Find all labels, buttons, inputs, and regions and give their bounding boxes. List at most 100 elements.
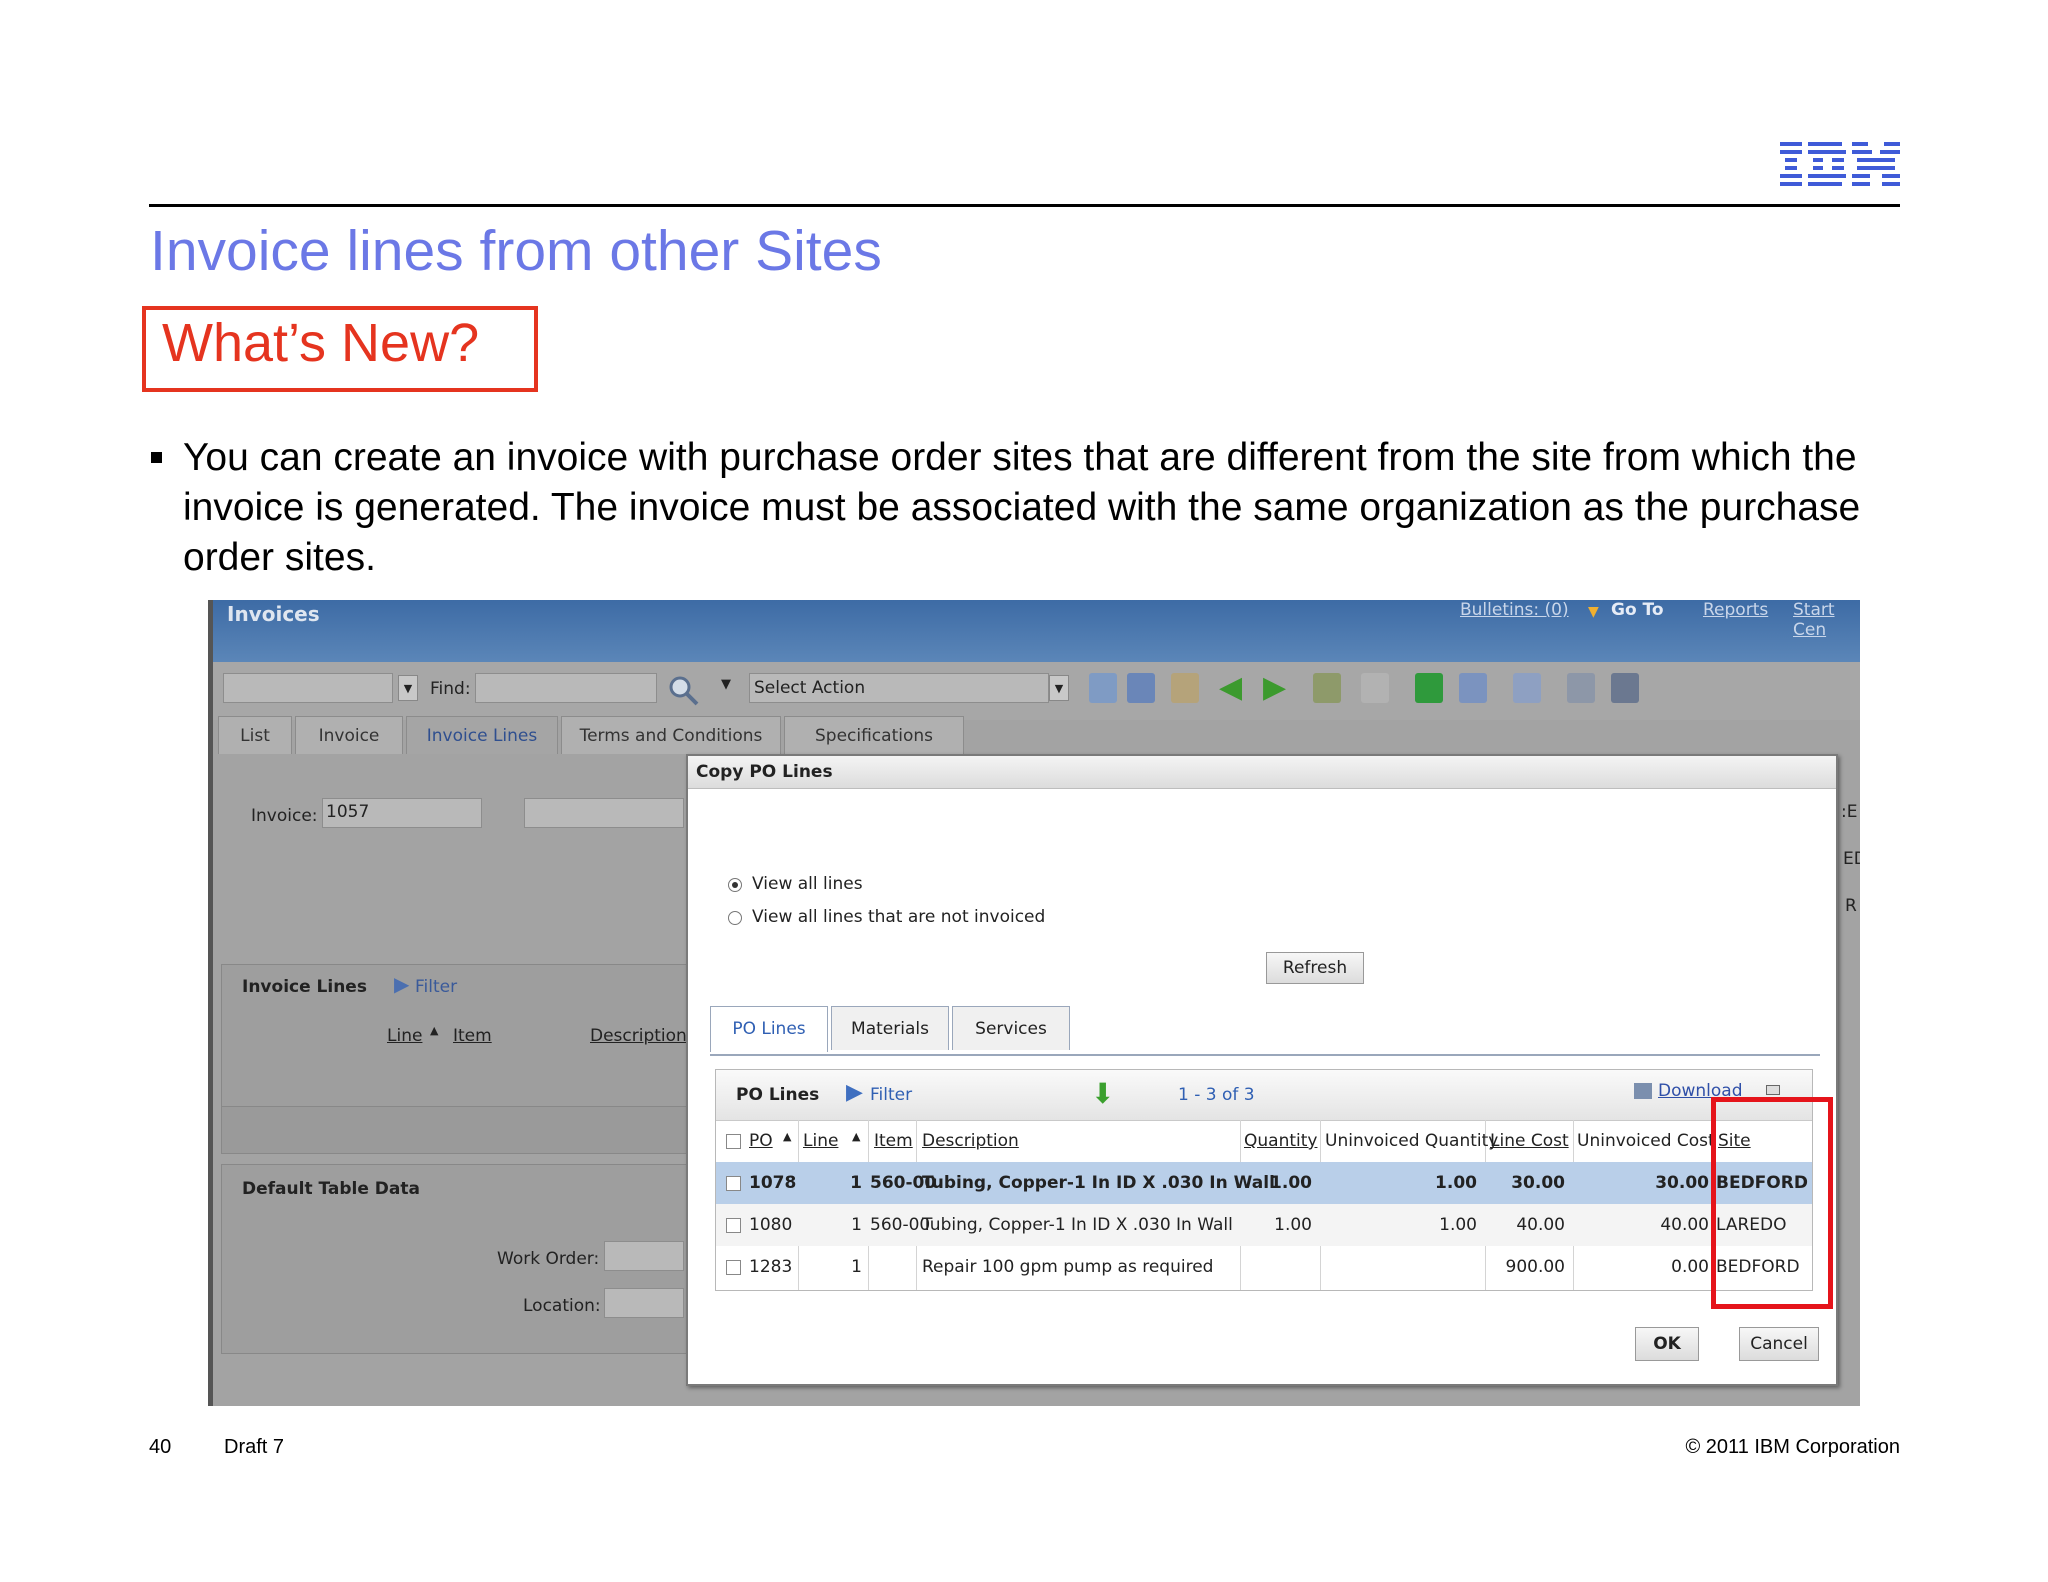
download-down-arrow-icon[interactable]: ⬇ [1091, 1077, 1114, 1110]
table-header-row: PO ▲ Line ▲ Item Description Quantity Un… [716, 1120, 1812, 1162]
select-all-checkbox[interactable] [726, 1134, 741, 1149]
collapse-icon[interactable] [1766, 1085, 1780, 1095]
invoice-field[interactable]: 1057 [322, 798, 482, 828]
dialog-titlebar: Copy PO Lines [688, 756, 1836, 789]
view-all-lines-radio[interactable] [728, 878, 742, 892]
cell-quantity: 1.00 [1274, 1215, 1312, 1235]
col-line[interactable]: Line [803, 1131, 838, 1151]
col-uninvoiced-quantity: Uninvoiced Quantity [1325, 1131, 1499, 1151]
bullet-square-icon [151, 452, 162, 463]
route-icon [1361, 673, 1389, 703]
select-action-dropdown-arrow-icon[interactable]: ▼ [1049, 675, 1069, 701]
tab-po-lines[interactable]: PO Lines [710, 1006, 828, 1052]
tab-terms-and-conditions[interactable]: Terms and Conditions [561, 716, 781, 754]
invoice-lines-col-item[interactable]: Item [453, 1026, 492, 1046]
app-screenshot: Invoices Bulletins: (0) ▼ Go To Reports … [208, 600, 1860, 1406]
next-arrow-icon[interactable]: ▶ [1263, 670, 1286, 705]
tab-materials[interactable]: Materials [831, 1006, 949, 1050]
select-action-dropdown[interactable]: Select Action [749, 673, 1049, 703]
filter-arrow-icon[interactable]: ▶ [394, 972, 409, 996]
col-item[interactable]: Item [874, 1131, 913, 1151]
cell-description: Tubing, Copper-1 In ID X .030 In Wall [922, 1173, 1275, 1193]
view-all-lines-label: View all lines [752, 874, 863, 894]
tab-specifications[interactable]: Specifications [784, 716, 964, 754]
dialog-tabs: PO Lines Materials Services [710, 1006, 1820, 1056]
po-lines-title: PO Lines [736, 1085, 820, 1105]
query-select[interactable] [223, 673, 393, 703]
approve-check-icon[interactable] [1415, 673, 1443, 703]
tab-invoice-lines[interactable]: Invoice Lines [406, 716, 558, 754]
query-dropdown-arrow-icon[interactable]: ▼ [398, 675, 418, 701]
clipped-label-3: R [1845, 896, 1857, 916]
reports-link[interactable]: Reports [1703, 600, 1768, 620]
invoice-lines-col-description[interactable]: Description [590, 1026, 687, 1046]
view-not-invoiced-radio[interactable] [728, 911, 742, 925]
location-field[interactable] [604, 1288, 684, 1318]
invoice-lines-footer [221, 1106, 689, 1154]
col-line-cost[interactable]: Line Cost [1490, 1131, 1569, 1151]
bulletins-link[interactable]: Bulletins: (0) [1460, 600, 1569, 620]
search-icon[interactable] [667, 674, 701, 706]
location-label: Location: [523, 1296, 601, 1316]
download-icon[interactable] [1634, 1083, 1652, 1099]
cell-po: 1080 [749, 1215, 793, 1235]
invoice-lines-filter[interactable]: Filter [415, 977, 457, 997]
clipped-label-1: :E [1841, 802, 1858, 822]
po-lines-table: PO Lines ▶ Filter ⬇ 1 - 3 of 3 Download … [715, 1069, 1813, 1291]
draft-label: Draft 7 [224, 1436, 285, 1458]
print-icon[interactable] [1611, 673, 1639, 703]
filter-arrow-icon[interactable]: ▶ [846, 1080, 863, 1105]
col-uninvoiced-cost: Uninvoiced Cost [1577, 1131, 1715, 1151]
save-icon[interactable] [1127, 673, 1155, 703]
site-column-callout [1711, 1097, 1833, 1309]
sort-icon[interactable]: ▲ [852, 1130, 860, 1143]
row-checkbox[interactable] [726, 1218, 741, 1233]
po-lines-table-toolbar: PO Lines ▶ Filter ⬇ 1 - 3 of 3 Download [716, 1070, 1812, 1121]
work-order-label: Work Order: [497, 1249, 600, 1269]
dialog-title: Copy PO Lines [696, 762, 833, 782]
goto-chevron-icon: ▼ [1588, 604, 1599, 620]
table-row[interactable]: 1080 1 560-00 Tubing, Copper-1 In ID X .… [716, 1204, 1812, 1246]
col-description[interactable]: Description [922, 1131, 1019, 1151]
start-center-link[interactable]: Start Cen [1793, 600, 1860, 640]
tab-invoice[interactable]: Invoice [295, 716, 403, 754]
row-checkbox[interactable] [726, 1176, 741, 1191]
find-input[interactable] [475, 673, 657, 703]
copy-po-lines-dialog: Copy PO Lines View all lines View all li… [686, 754, 1838, 1386]
app-title: Invoices [227, 602, 320, 626]
table-row[interactable]: 1078 1 560-00 Tubing, Copper-1 In ID X .… [716, 1162, 1812, 1204]
invoice-description-field[interactable] [524, 798, 684, 828]
invoice-lines-col-line[interactable]: Line [387, 1026, 422, 1046]
col-po[interactable]: PO [749, 1131, 773, 1151]
cell-uninvoiced-cost: 30.00 [1655, 1173, 1709, 1193]
workflow-icon[interactable] [1313, 673, 1341, 703]
cell-uninvoiced-cost: 0.00 [1671, 1257, 1709, 1277]
row-checkbox[interactable] [726, 1260, 741, 1275]
slide-title: Invoice lines from other Sites [150, 219, 882, 283]
cancel-button[interactable]: Cancel [1739, 1327, 1819, 1361]
invoice-lines-title: Invoice Lines [242, 977, 367, 997]
previous-arrow-icon[interactable]: ◀ [1219, 670, 1242, 705]
cell-line: 1 [851, 1257, 862, 1277]
table-row[interactable]: 1283 1 Repair 100 gpm pump as required 9… [716, 1246, 1812, 1288]
view-icon[interactable] [1513, 673, 1541, 703]
tab-services[interactable]: Services [952, 1006, 1070, 1050]
goto-menu[interactable]: Go To [1611, 600, 1664, 620]
ok-button[interactable]: OK [1635, 1327, 1699, 1361]
clipped-label-2: ED [1843, 849, 1860, 869]
clear-icon[interactable] [1171, 673, 1199, 703]
tab-list[interactable]: List [218, 716, 292, 754]
sort-icon[interactable]: ▲ [430, 1024, 438, 1037]
work-order-field[interactable] [604, 1241, 684, 1271]
ibm-logo [1780, 142, 1900, 186]
report-icon[interactable] [1567, 673, 1595, 703]
po-lines-filter[interactable]: Filter [870, 1085, 912, 1105]
col-quantity[interactable]: Quantity [1244, 1131, 1317, 1151]
number-icon[interactable] [1089, 673, 1117, 703]
header-rule [149, 204, 1900, 207]
refresh-button[interactable]: Refresh [1266, 952, 1364, 984]
approve-lines-icon[interactable] [1459, 673, 1487, 703]
cell-uninvoiced-quantity: 1.00 [1439, 1215, 1477, 1235]
sort-icon[interactable]: ▲ [783, 1130, 791, 1143]
find-label: Find: [430, 679, 471, 699]
